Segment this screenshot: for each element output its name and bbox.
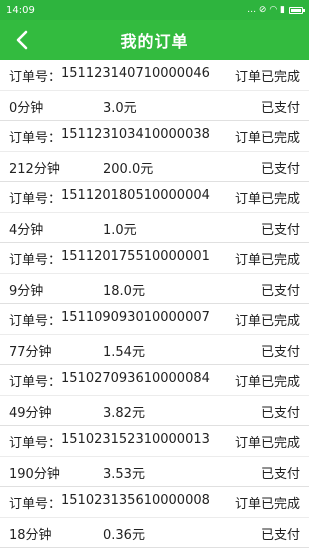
- order-item[interactable]: 订单号： 151109093010000007 订单已完成 77分钟 1.54元…: [0, 304, 309, 365]
- order-item[interactable]: 订单号： 151123140710000046 订单已完成 0分钟 3.0元 已…: [0, 60, 309, 121]
- order-number-value: 151027093610000084: [61, 370, 210, 386]
- back-button[interactable]: [10, 28, 34, 52]
- status-icons: … ⊘ ◠ ▮: [247, 5, 305, 15]
- status-indicator-icons: … ⊘ ◠ ▮: [247, 5, 285, 15]
- order-number-label: 订单号：: [9, 496, 62, 512]
- order-status: 订单已完成: [234, 130, 300, 146]
- order-amount: 1.0元: [103, 222, 137, 238]
- order-number-label: 订单号：: [9, 130, 62, 146]
- payment-status: 已支付: [260, 100, 300, 116]
- order-header-row: 订单号： 151109093010000007 订单已完成: [0, 304, 309, 334]
- order-number: 订单号： 151123140710000046: [9, 66, 210, 85]
- order-number-value: 151123140710000046: [61, 65, 210, 81]
- order-duration: 190分钟: [9, 466, 60, 482]
- order-number-value: 151123103410000038: [61, 126, 210, 142]
- order-duration: 4分钟: [9, 222, 44, 238]
- order-number-value: 151109093010000007: [61, 309, 210, 325]
- payment-status: 已支付: [260, 466, 300, 482]
- order-status: 订单已完成: [234, 496, 300, 512]
- order-header-row: 订单号： 151123103410000038 订单已完成: [0, 121, 309, 151]
- page-title: 我的订单: [120, 32, 189, 51]
- payment-status: 已支付: [260, 222, 300, 238]
- order-status: 订单已完成: [234, 313, 300, 329]
- order-number-label: 订单号：: [9, 69, 62, 85]
- order-detail-row: 49分钟 3.82元 已支付: [0, 396, 309, 426]
- order-amount: 3.0元: [103, 100, 137, 116]
- order-number: 订单号： 151123103410000038: [9, 127, 210, 146]
- order-detail-row: 0分钟 3.0元 已支付: [0, 91, 309, 121]
- order-amount: 3.53元: [103, 466, 145, 482]
- status-time: 14:09: [6, 4, 35, 16]
- order-number: 订单号： 151027093610000084: [9, 371, 210, 390]
- order-number-label: 订单号：: [9, 191, 62, 207]
- order-detail-row: 4分钟 1.0元 已支付: [0, 213, 309, 243]
- order-number-label: 订单号：: [9, 252, 62, 268]
- order-detail-row: 212分钟 200.0元 已支付: [0, 152, 309, 182]
- payment-status: 已支付: [260, 161, 300, 177]
- order-number-value: 151120175510000001: [61, 248, 210, 264]
- order-number: 订单号： 151120175510000001: [9, 249, 210, 268]
- order-item[interactable]: 订单号： 151027093610000084 订单已完成 49分钟 3.82元…: [0, 365, 309, 426]
- order-list: 订单号： 151123140710000046 订单已完成 0分钟 3.0元 已…: [0, 60, 309, 548]
- order-status: 订单已完成: [234, 435, 300, 451]
- order-number-label: 订单号：: [9, 435, 62, 451]
- order-number: 订单号： 151109093010000007: [9, 310, 210, 329]
- order-duration: 212分钟: [9, 161, 60, 177]
- order-amount: 3.82元: [103, 405, 145, 421]
- order-header-row: 订单号： 151027093610000084 订单已完成: [0, 365, 309, 395]
- order-header-row: 订单号： 151120175510000001 订单已完成: [0, 243, 309, 273]
- status-bar: 14:09 … ⊘ ◠ ▮: [0, 0, 309, 20]
- order-status: 订单已完成: [234, 69, 300, 85]
- payment-status: 已支付: [260, 344, 300, 360]
- order-header-row: 订单号： 151023135610000008 订单已完成: [0, 487, 309, 517]
- order-header-row: 订单号： 151120180510000004 订单已完成: [0, 182, 309, 212]
- order-number-label: 订单号：: [9, 374, 62, 390]
- order-detail-row: 18分钟 0.36元 已支付: [0, 518, 309, 548]
- chevron-left-icon: [16, 30, 28, 50]
- payment-status: 已支付: [260, 405, 300, 421]
- order-duration: 9分钟: [9, 283, 44, 299]
- app-bar: 我的订单: [0, 20, 309, 60]
- order-number-value: 151120180510000004: [61, 187, 210, 203]
- order-amount: 1.54元: [103, 344, 145, 360]
- order-status: 订单已完成: [234, 374, 300, 390]
- order-amount: 200.0元: [103, 161, 154, 177]
- order-number: 订单号： 151023152310000013: [9, 432, 210, 451]
- order-item[interactable]: 订单号： 151120175510000001 订单已完成 9分钟 18.0元 …: [0, 243, 309, 304]
- order-duration: 77分钟: [9, 344, 52, 360]
- order-detail-row: 77分钟 1.54元 已支付: [0, 335, 309, 365]
- order-amount: 0.36元: [103, 527, 145, 543]
- battery-icon: [289, 6, 305, 14]
- order-status: 订单已完成: [234, 191, 300, 207]
- order-duration: 0分钟: [9, 100, 44, 116]
- order-amount: 18.0元: [103, 283, 145, 299]
- order-duration: 49分钟: [9, 405, 52, 421]
- order-header-row: 订单号： 151123140710000046 订单已完成: [0, 60, 309, 90]
- order-item[interactable]: 订单号： 151123103410000038 订单已完成 212分钟 200.…: [0, 121, 309, 182]
- order-status: 订单已完成: [234, 252, 300, 268]
- order-number-label: 订单号：: [9, 313, 62, 329]
- order-header-row: 订单号： 151023152310000013 订单已完成: [0, 426, 309, 456]
- order-number-value: 151023135610000008: [61, 492, 210, 508]
- payment-status: 已支付: [260, 527, 300, 543]
- order-duration: 18分钟: [9, 527, 52, 543]
- order-item[interactable]: 订单号： 151120180510000004 订单已完成 4分钟 1.0元 已…: [0, 182, 309, 243]
- order-number-value: 151023152310000013: [61, 431, 210, 447]
- order-item[interactable]: 订单号： 151023152310000013 订单已完成 190分钟 3.53…: [0, 426, 309, 487]
- order-detail-row: 9分钟 18.0元 已支付: [0, 274, 309, 304]
- order-detail-row: 190分钟 3.53元 已支付: [0, 457, 309, 487]
- payment-status: 已支付: [260, 283, 300, 299]
- order-item[interactable]: 订单号： 151023135610000008 订单已完成 18分钟 0.36元…: [0, 487, 309, 548]
- order-number: 订单号： 151120180510000004: [9, 188, 210, 207]
- order-number: 订单号： 151023135610000008: [9, 493, 210, 512]
